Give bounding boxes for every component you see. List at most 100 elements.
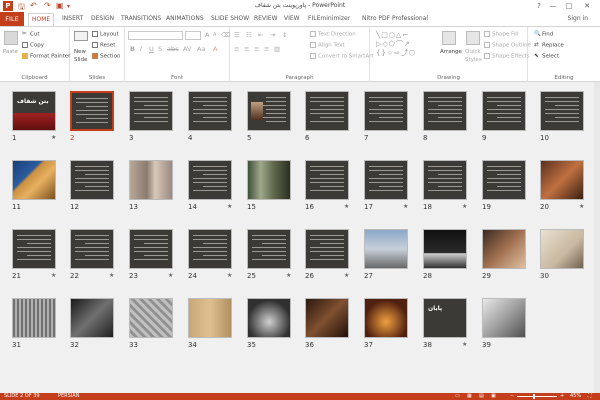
- slide-thumbnail[interactable]: [364, 298, 408, 338]
- slide-thumbnail[interactable]: پایان: [423, 298, 467, 338]
- cut-button[interactable]: ✂ Cut: [22, 31, 39, 38]
- slide-thumbnail[interactable]: [540, 160, 584, 200]
- language-status[interactable]: PERSIAN: [58, 393, 79, 400]
- shape-outline-button[interactable]: Shape Outline: [484, 42, 531, 49]
- justify-icon[interactable]: ≡: [264, 45, 269, 53]
- tab-view[interactable]: VIEW: [284, 15, 300, 22]
- columns-icon[interactable]: ▥: [274, 45, 280, 53]
- replace-button[interactable]: ⇄ Replace: [534, 42, 564, 49]
- slide-thumbnail[interactable]: [188, 160, 232, 200]
- shrink-font-icon[interactable]: A: [213, 32, 216, 38]
- strikethrough-icon[interactable]: abc: [167, 45, 179, 53]
- paste-button[interactable]: Paste: [3, 49, 18, 55]
- shape-effects-button[interactable]: Shape Effects: [484, 53, 530, 60]
- tab-design[interactable]: DESIGN: [91, 15, 114, 22]
- slide-thumbnail[interactable]: [540, 229, 584, 269]
- slide-thumbnail[interactable]: [247, 298, 291, 338]
- slide-thumbnail[interactable]: [305, 298, 349, 338]
- slide-thumbnail[interactable]: [364, 229, 408, 269]
- slide-thumbnail[interactable]: [247, 91, 291, 131]
- fit-slide-icon[interactable]: ⛶: [588, 393, 592, 400]
- slide-thumbnail[interactable]: [188, 229, 232, 269]
- numbering-icon[interactable]: ☷: [246, 31, 252, 39]
- tab-review[interactable]: REVIEW: [254, 15, 278, 22]
- slide-thumbnail[interactable]: [482, 160, 526, 200]
- slide-thumbnail[interactable]: [482, 91, 526, 131]
- find-button[interactable]: 🔍Find: [534, 31, 553, 38]
- slide-thumbnail[interactable]: [129, 160, 173, 200]
- slide-thumbnail[interactable]: [12, 229, 56, 269]
- slide-thumbnail[interactable]: [482, 298, 526, 338]
- align-right-icon[interactable]: ≡: [254, 45, 259, 53]
- grow-font-icon[interactable]: A: [205, 31, 209, 39]
- slide-thumbnail[interactable]: [188, 298, 232, 338]
- convert-smartart-button[interactable]: Convert to SmartArt: [310, 53, 374, 60]
- tab-nitro-pdf[interactable]: Nitro PDF Professional: [362, 15, 428, 22]
- shape-fill-button[interactable]: Shape Fill: [484, 31, 518, 38]
- slide-thumbnail[interactable]: [540, 91, 584, 131]
- slideshow-view-icon[interactable]: ▣: [491, 393, 496, 400]
- copy-button[interactable]: Copy: [22, 42, 44, 49]
- slide-thumbnail[interactable]: [423, 160, 467, 200]
- tab-animations[interactable]: ANIMATIONS: [166, 15, 204, 22]
- help-button[interactable]: ?: [532, 0, 546, 12]
- align-text-button[interactable]: Align Text: [310, 42, 345, 49]
- zoom-slider[interactable]: [517, 396, 557, 397]
- slide-thumbnail[interactable]: [423, 91, 467, 131]
- slide-thumbnail[interactable]: [482, 229, 526, 269]
- slide-thumbnail[interactable]: [247, 160, 291, 200]
- align-left-icon[interactable]: ≡: [234, 45, 239, 53]
- slide-thumbnail[interactable]: [247, 229, 291, 269]
- underline-icon[interactable]: U: [149, 45, 154, 53]
- minimize-button[interactable]: —: [546, 0, 560, 12]
- close-button[interactable]: ✕: [580, 0, 594, 12]
- slide-thumbnail[interactable]: [70, 91, 114, 131]
- section-button[interactable]: Section: [92, 53, 120, 60]
- tab-transitions[interactable]: TRANSITIONS: [121, 15, 161, 22]
- slide-thumbnail[interactable]: [70, 229, 114, 269]
- bold-icon[interactable]: B: [130, 45, 135, 53]
- clear-format-icon[interactable]: ⌫: [221, 31, 230, 39]
- quick-styles-button[interactable]: Quick: [465, 49, 481, 55]
- tab-fileminimizer[interactable]: FILEminimizer: [308, 15, 350, 22]
- normal-view-icon[interactable]: ▭: [455, 393, 460, 400]
- shapes-gallery[interactable]: ╲□○△⌐ ▷◇⬠⌒↗ {}☆⇨⤴⬡: [376, 31, 436, 63]
- slide-thumbnail[interactable]: [129, 229, 173, 269]
- sign-in-link[interactable]: Sign in: [568, 15, 588, 22]
- char-spacing-icon[interactable]: AV: [183, 45, 191, 53]
- reading-view-icon[interactable]: ▤: [479, 393, 484, 400]
- font-color-icon[interactable]: A: [213, 45, 217, 53]
- tab-file[interactable]: FILE: [0, 12, 24, 26]
- reset-button[interactable]: Reset: [92, 42, 115, 49]
- font-size-dropdown[interactable]: [185, 31, 201, 40]
- slide-thumbnail[interactable]: [70, 298, 114, 338]
- change-case-icon[interactable]: Aa: [197, 45, 205, 53]
- slide-thumbnail[interactable]: [70, 160, 114, 200]
- align-center-icon[interactable]: ≡: [244, 45, 249, 53]
- font-name-dropdown[interactable]: [128, 31, 183, 40]
- slide-thumbnail[interactable]: [305, 229, 349, 269]
- vertical-scrollbar[interactable]: [594, 82, 600, 393]
- tab-insert[interactable]: INSERT: [62, 15, 83, 22]
- increase-indent-icon[interactable]: ⇥: [270, 31, 275, 39]
- slide-thumbnail[interactable]: [364, 160, 408, 200]
- bullets-icon[interactable]: ☰: [234, 31, 240, 39]
- layout-button[interactable]: Layout: [92, 31, 119, 38]
- line-spacing-icon[interactable]: ↕: [282, 31, 287, 39]
- slide-thumbnail[interactable]: بتن شفاف: [12, 91, 56, 131]
- slide-thumbnail[interactable]: [129, 91, 173, 131]
- zoom-slider-thumb[interactable]: [533, 394, 535, 399]
- slide-thumbnail[interactable]: [364, 91, 408, 131]
- format-painter-button[interactable]: Format Painter: [22, 53, 70, 60]
- slide-thumbnail[interactable]: [305, 91, 349, 131]
- new-slide-button[interactable]: New: [74, 49, 86, 55]
- slide-thumbnail[interactable]: [12, 298, 56, 338]
- maximize-button[interactable]: □: [562, 0, 576, 12]
- decrease-indent-icon[interactable]: ⇤: [258, 31, 263, 39]
- slide-sorter-icon[interactable]: ▦: [467, 393, 472, 400]
- slide-thumbnail[interactable]: [188, 91, 232, 131]
- text-direction-button[interactable]: Text Direction: [310, 31, 356, 38]
- zoom-in-icon[interactable]: +: [560, 393, 564, 400]
- select-button[interactable]: ⬉ Select: [534, 53, 559, 60]
- slide-thumbnail[interactable]: [12, 160, 56, 200]
